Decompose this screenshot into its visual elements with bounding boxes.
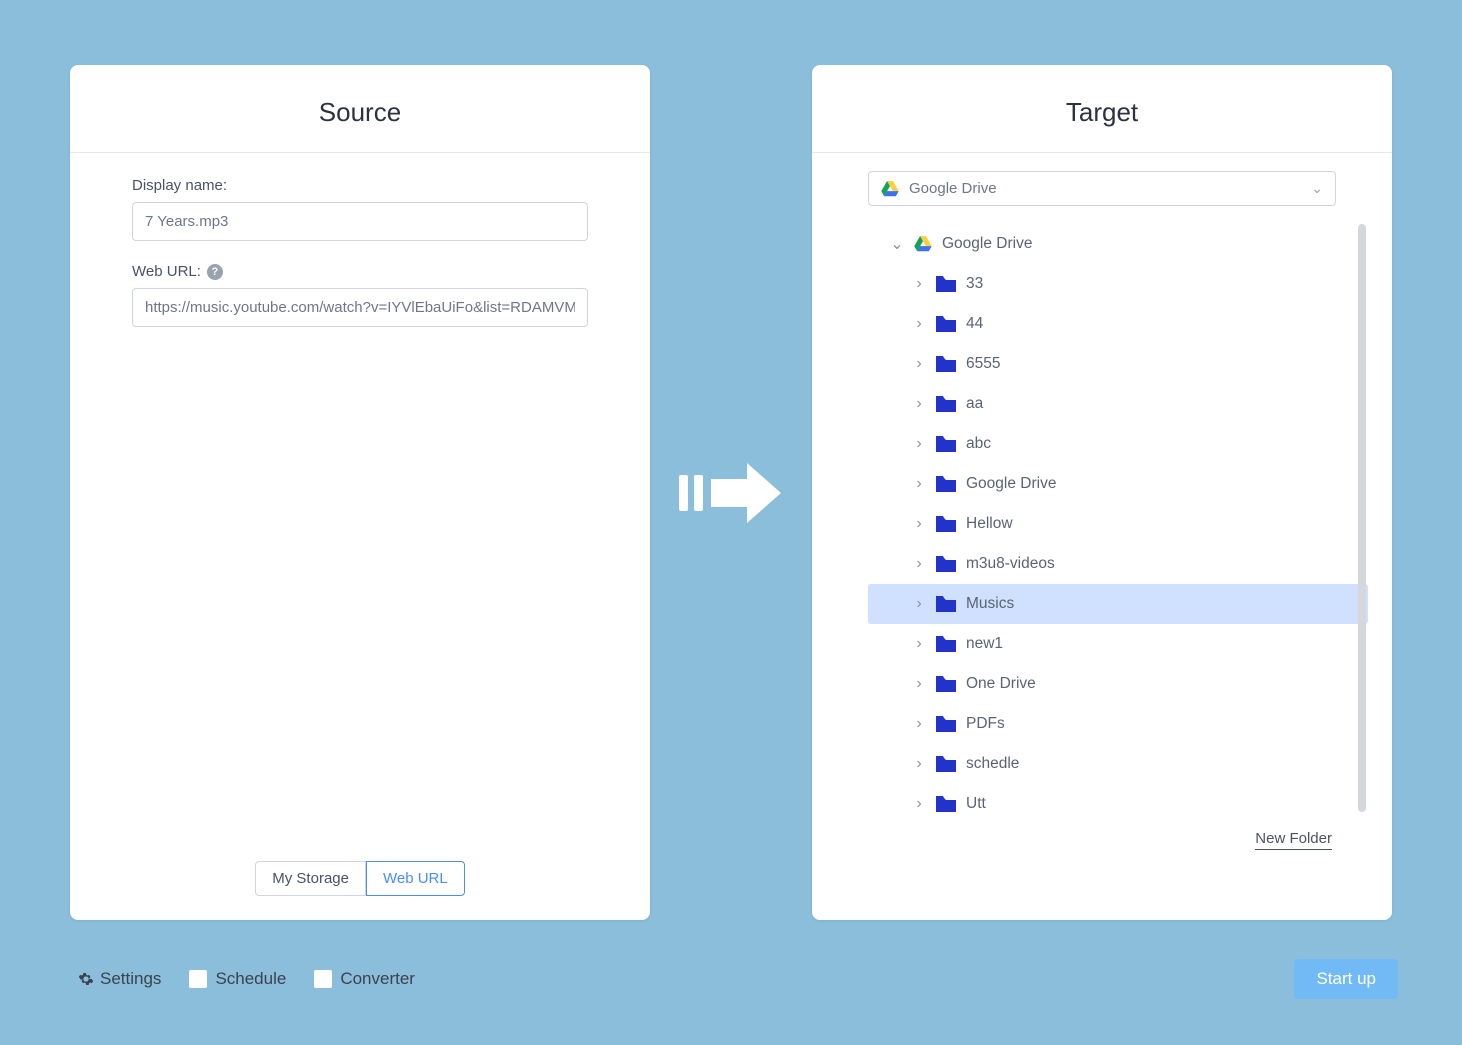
folder-icon xyxy=(936,316,956,332)
folder-icon xyxy=(936,636,956,652)
display-name-label: Display name: xyxy=(132,177,588,194)
tree-folder-label: Utt xyxy=(966,795,986,812)
web-url-label-text: Web URL: xyxy=(132,263,201,280)
settings-link[interactable]: Settings xyxy=(78,969,161,989)
chevron-down-icon: ⌄ xyxy=(1311,180,1323,197)
tree-folder[interactable]: › 44 xyxy=(868,304,1368,344)
gear-icon xyxy=(78,971,94,987)
source-panel: Source Display name: Web URL: ? My Stora… xyxy=(70,65,650,920)
tree-folder-label: 6555 xyxy=(966,355,1000,373)
settings-label: Settings xyxy=(100,969,161,989)
chevron-right-icon: › xyxy=(912,475,926,493)
tab-my-storage[interactable]: My Storage xyxy=(255,861,366,896)
tree-folder-label: Google Drive xyxy=(966,475,1056,493)
scrollbar-thumb[interactable] xyxy=(1358,224,1366,812)
start-up-button[interactable]: Start up xyxy=(1294,959,1398,999)
folder-icon xyxy=(936,676,956,692)
tree-folder-label: m3u8-videos xyxy=(966,555,1055,573)
footer: Settings Schedule Converter Start up xyxy=(78,959,1398,999)
tree-folder[interactable]: › Google Drive xyxy=(868,464,1368,504)
checkbox-icon xyxy=(314,970,332,988)
schedule-checkbox[interactable]: Schedule xyxy=(189,969,286,989)
tree-folder-label: PDFs xyxy=(966,715,1005,733)
chevron-right-icon: › xyxy=(912,315,926,333)
chevron-right-icon: › xyxy=(912,595,926,613)
tree-folder[interactable]: › m3u8-videos xyxy=(868,544,1368,584)
chevron-right-icon: › xyxy=(912,635,926,653)
folder-icon xyxy=(936,396,956,412)
tree-folder-label: Hellow xyxy=(966,515,1013,533)
chevron-down-icon: ⌄ xyxy=(890,234,904,254)
tree-folder-label: abc xyxy=(966,435,991,453)
tree-root[interactable]: ⌄ Google Drive xyxy=(868,224,1368,264)
chevron-right-icon: › xyxy=(912,275,926,293)
web-url-label: Web URL: ? xyxy=(132,263,588,280)
tree-folder-label: Musics xyxy=(966,595,1014,613)
pause-bars-icon xyxy=(679,475,703,511)
tree-folder[interactable]: › 6555 xyxy=(868,344,1368,384)
tree-folder-label: 44 xyxy=(966,315,983,333)
chevron-right-icon: › xyxy=(912,515,926,533)
tree-folder[interactable]: › aa xyxy=(868,384,1368,424)
tree-folder[interactable]: › One Drive xyxy=(868,664,1368,704)
tree-folder-label: One Drive xyxy=(966,675,1036,693)
arrow-right-icon xyxy=(711,461,783,525)
drive-select-label: Google Drive xyxy=(909,180,997,197)
converter-checkbox[interactable]: Converter xyxy=(314,969,415,989)
folder-icon xyxy=(936,796,956,812)
tree-folder[interactable]: › Hellow xyxy=(868,504,1368,544)
tree-folder[interactable]: › new1 xyxy=(868,624,1368,664)
tree-folder-selected[interactable]: › Musics xyxy=(868,584,1368,624)
folder-icon xyxy=(936,516,956,532)
chevron-right-icon: › xyxy=(912,435,926,453)
folder-icon xyxy=(936,756,956,772)
folder-tree: ⌄ Google Drive › 33 › xyxy=(868,224,1368,812)
chevron-right-icon: › xyxy=(912,675,926,693)
folder-icon xyxy=(936,356,956,372)
tree-folder[interactable]: › abc xyxy=(868,424,1368,464)
gdrive-icon xyxy=(881,181,899,197)
tree-folder[interactable]: › Utt xyxy=(868,784,1368,812)
converter-label: Converter xyxy=(340,969,415,989)
drive-select[interactable]: Google Drive ⌄ xyxy=(868,171,1336,206)
tree-folder[interactable]: › PDFs xyxy=(868,704,1368,744)
source-header: Source xyxy=(70,65,650,153)
folder-icon xyxy=(936,476,956,492)
source-title: Source xyxy=(70,97,650,128)
schedule-label: Schedule xyxy=(215,969,286,989)
transfer-arrow xyxy=(679,461,783,525)
chevron-right-icon: › xyxy=(912,355,926,373)
folder-icon xyxy=(936,556,956,572)
tree-root-label: Google Drive xyxy=(942,235,1032,253)
target-title: Target xyxy=(812,97,1392,128)
target-panel: Target Google Drive ⌄ ⌄ xyxy=(812,65,1392,920)
folder-icon xyxy=(936,276,956,292)
tree-folder[interactable]: › schedle xyxy=(868,744,1368,784)
checkbox-icon xyxy=(189,970,207,988)
target-header: Target xyxy=(812,65,1392,153)
web-url-input[interactable] xyxy=(132,288,588,327)
chevron-right-icon: › xyxy=(912,795,926,812)
help-icon[interactable]: ? xyxy=(207,264,223,280)
chevron-right-icon: › xyxy=(912,555,926,573)
tree-folder-label: 33 xyxy=(966,275,983,293)
display-name-input[interactable] xyxy=(132,202,588,241)
tree-folder-label: schedle xyxy=(966,755,1019,773)
tree-folder-label: new1 xyxy=(966,635,1003,653)
tree-folder-label: aa xyxy=(966,395,983,413)
chevron-right-icon: › xyxy=(912,715,926,733)
tab-web-url[interactable]: Web URL xyxy=(366,861,465,896)
source-tab-strip: My Storage Web URL xyxy=(70,861,650,896)
tree-folder[interactable]: › 33 xyxy=(868,264,1368,304)
chevron-right-icon: › xyxy=(912,755,926,773)
folder-icon xyxy=(936,436,956,452)
chevron-right-icon: › xyxy=(912,395,926,413)
gdrive-icon xyxy=(914,236,932,252)
folder-icon xyxy=(936,716,956,732)
scrollbar[interactable] xyxy=(1358,224,1368,812)
folder-icon xyxy=(936,596,956,612)
new-folder-button[interactable]: New Folder xyxy=(1255,830,1332,850)
